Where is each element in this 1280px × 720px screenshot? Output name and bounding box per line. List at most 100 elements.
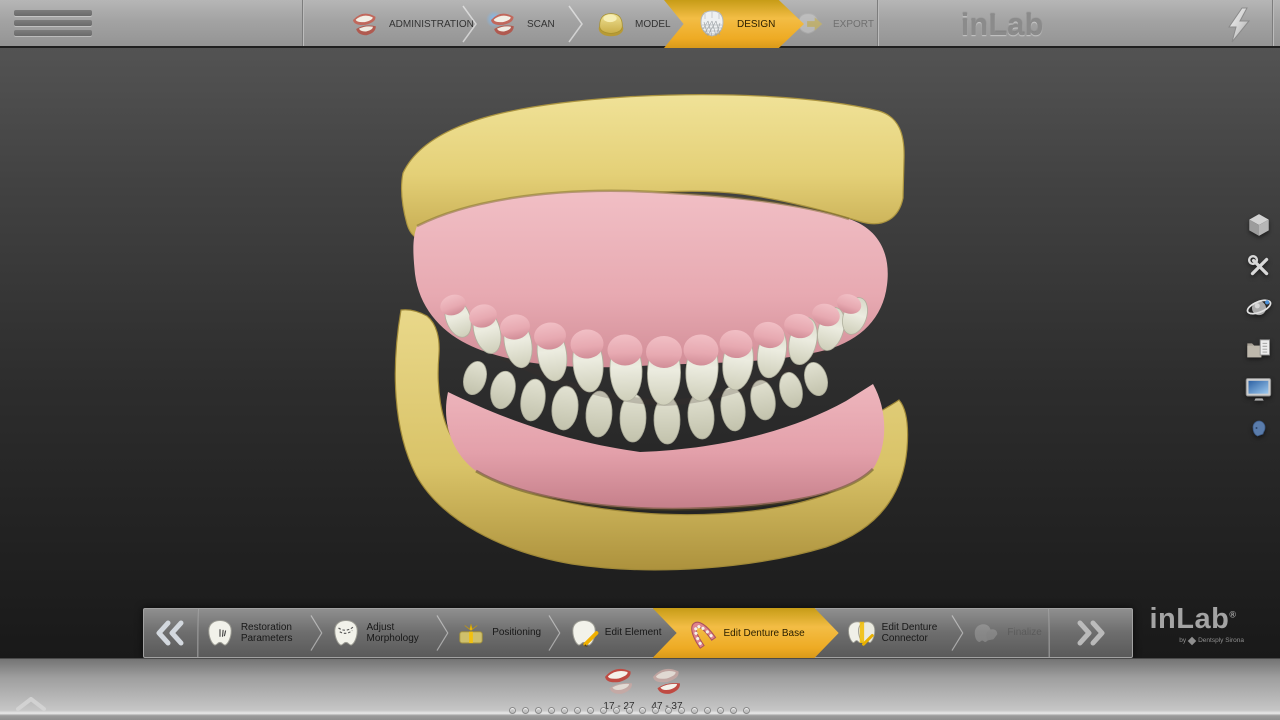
page-dot[interactable] (678, 707, 685, 714)
tab-label: SCAN (527, 19, 555, 30)
restoration-parameters-icon (205, 618, 235, 648)
step-label: Restoration Parameters (241, 622, 303, 645)
patient-head-icon (1249, 419, 1269, 441)
rotate-view-icon (1245, 293, 1273, 321)
denture-administration-icon (348, 7, 382, 41)
model-jaw-icon (594, 7, 628, 41)
tab-export[interactable]: EXPORT (792, 0, 874, 48)
denture-scan-icon (486, 7, 520, 41)
page-dot[interactable] (626, 707, 633, 714)
main-menu-button[interactable] (14, 10, 92, 38)
quick-action-lightning-icon[interactable] (1222, 6, 1256, 44)
page-dot[interactable] (665, 707, 672, 714)
adjust-morphology-icon (331, 618, 361, 648)
upper-arch-denture-icon (598, 661, 640, 699)
topbar-divider (302, 0, 303, 46)
positioning-icon (456, 618, 486, 648)
rotate-view-button[interactable] (1244, 292, 1274, 322)
step-adjust-morphology[interactable]: Adjust Morphology (324, 609, 436, 657)
previous-phase-button[interactable] (144, 609, 198, 657)
page-dot[interactable] (613, 707, 620, 714)
tab-label: EXPORT (833, 19, 874, 30)
step-finalize-disabled[interactable]: Finalize (964, 609, 1048, 657)
edit-element-icon (569, 618, 599, 648)
step-separator-chevron-icon (436, 613, 450, 653)
page-dot[interactable] (535, 707, 542, 714)
crown-design-icon (694, 5, 730, 43)
page-dot[interactable] (587, 707, 594, 714)
step-edit-element[interactable]: Edit Element (562, 609, 669, 657)
double-chevron-right-icon (1073, 620, 1109, 646)
page-dot[interactable] (652, 707, 659, 714)
step-edit-denture-connector[interactable]: Edit Denture Connector (839, 609, 951, 657)
page-dot[interactable] (691, 707, 698, 714)
double-chevron-left-icon (152, 620, 188, 646)
design-step-bar: Restoration Parameters Adjust Morphology (143, 608, 1133, 658)
dentsply-sirona-mark-icon (1188, 636, 1196, 644)
page-dot[interactable] (509, 707, 516, 714)
tab-model[interactable]: MODEL (594, 0, 671, 48)
step-positioning[interactable]: Positioning (449, 609, 548, 657)
brand-reg: ® (1229, 609, 1236, 619)
step-separator-chevron-icon (310, 613, 324, 653)
lower-arch-denture-icon (646, 661, 688, 699)
case-documents-icon (1245, 335, 1273, 361)
topbar-divider (877, 0, 878, 46)
case-documents-button[interactable] (1244, 333, 1274, 363)
tab-separator-chevron-icon (568, 4, 584, 44)
page-dot[interactable] (717, 707, 724, 714)
expand-panel-chevron-up-icon[interactable] (14, 695, 48, 713)
view-cube-button[interactable] (1244, 210, 1274, 240)
page-dot[interactable] (639, 707, 646, 714)
display-settings-button[interactable] (1244, 374, 1274, 404)
tools-icon (1246, 253, 1272, 279)
page-dot[interactable] (600, 707, 607, 714)
tab-label: MODEL (635, 19, 671, 30)
3d-viewport[interactable]: Restoration Parameters Adjust Morphology (0, 48, 1280, 658)
page-dot[interactable] (743, 707, 750, 714)
patient-view-button[interactable] (1244, 415, 1274, 445)
step-label: Positioning (492, 627, 541, 639)
step-label: Edit Denture Base (724, 628, 805, 639)
tab-administration[interactable]: ADMINISTRATION (348, 0, 474, 48)
page-dot[interactable] (704, 707, 711, 714)
restoration-chip-upper[interactable]: 17 - 27 (596, 661, 642, 712)
page-dot[interactable] (574, 707, 581, 714)
finalize-icon (971, 618, 1001, 648)
edit-denture-base-icon (685, 617, 717, 649)
brand-company: Dentsply Sirona (1198, 637, 1244, 644)
inlab-logo-bottom: inLab® by Dentsply Sirona (1138, 603, 1248, 644)
viewport-tool-column (1238, 210, 1280, 445)
next-phase-button[interactable] (1049, 609, 1132, 657)
tab-separator-chevron-icon (462, 4, 478, 44)
step-edit-denture-base-active[interactable]: Edit Denture Base (653, 608, 839, 658)
step-restoration-parameters[interactable]: Restoration Parameters (198, 609, 310, 657)
step-separator-chevron-icon (951, 613, 965, 653)
step-label: Edit Denture Connector (882, 622, 944, 645)
topbar-divider (1272, 0, 1273, 46)
view-cube-icon (1246, 212, 1272, 238)
inlab-logo-top: inLab (942, 7, 1062, 43)
page-dot[interactable] (730, 707, 737, 714)
step-label: Adjust Morphology (367, 622, 429, 645)
page-dots (509, 707, 750, 714)
page-dot[interactable] (522, 707, 529, 714)
page-dot[interactable] (561, 707, 568, 714)
bottom-dock: 17 - 27 47 - 37 (0, 658, 1280, 720)
hamburger-icon (14, 10, 92, 16)
page-dot[interactable] (548, 707, 555, 714)
tab-label: DESIGN (737, 19, 775, 30)
restoration-chip-lower[interactable]: 47 - 37 (644, 661, 690, 712)
brand-by: by (1179, 637, 1186, 644)
display-settings-icon (1245, 376, 1273, 402)
step-separator-chevron-icon (548, 613, 562, 653)
tab-scan[interactable]: SCAN (486, 0, 555, 48)
tools-button[interactable] (1244, 251, 1274, 281)
denture-3d-model (0, 48, 1280, 658)
step-label: Finalize (1007, 627, 1041, 639)
edit-denture-connector-icon (846, 618, 876, 648)
tab-design-active[interactable]: DESIGN (664, 0, 804, 48)
top-phase-bar: ADMINISTRATION SCAN (0, 0, 1280, 48)
brand-name: inLab (1150, 603, 1230, 635)
inlab-application-window: ADMINISTRATION SCAN (0, 0, 1280, 720)
